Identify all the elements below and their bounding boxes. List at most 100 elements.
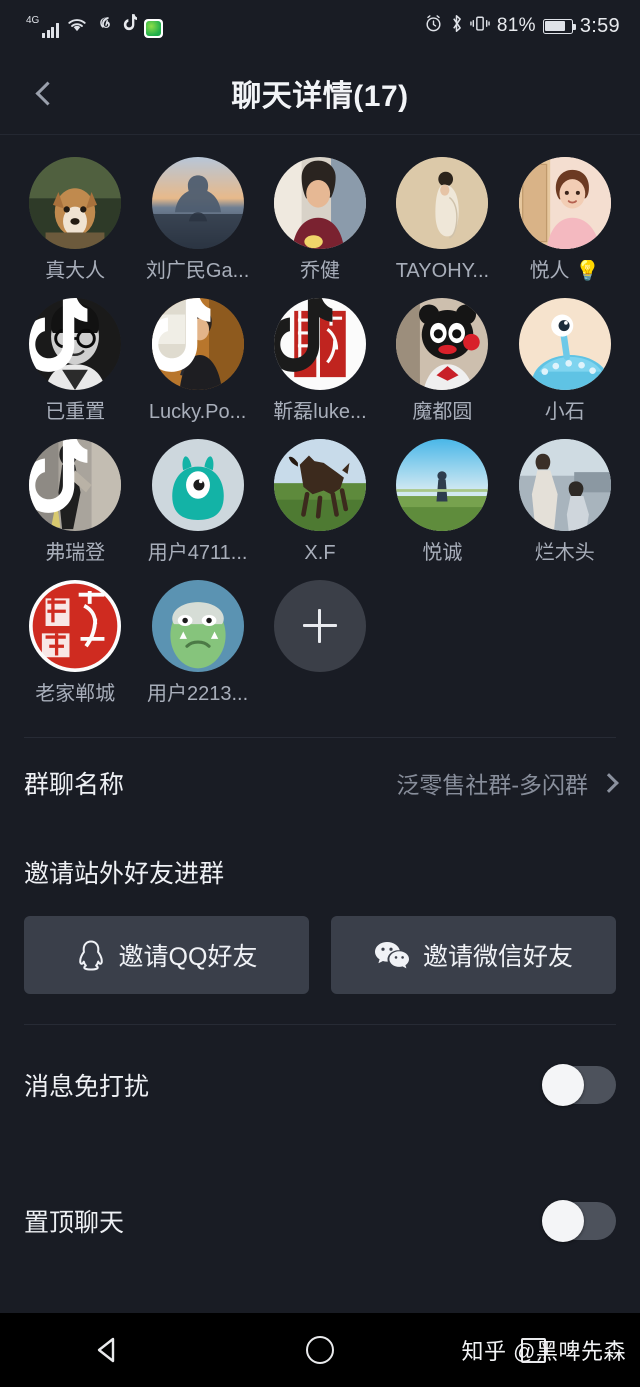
member-name: 已重置 — [45, 401, 106, 423]
member-item[interactable]: TAYOHY... — [381, 157, 503, 282]
member-name: 弗瑞登 — [45, 542, 106, 564]
nav-back-button[interactable] — [0, 1334, 213, 1366]
member-name: 魔都圆 — [412, 401, 473, 423]
vibrate-icon — [470, 14, 490, 39]
member-item[interactable]: 烂木头 — [504, 439, 626, 564]
invite-buttons: 邀请QQ好友 邀请微信好友 — [0, 890, 640, 1024]
network-type-label: 4G — [26, 15, 40, 26]
avatar — [396, 439, 489, 531]
avatar — [151, 439, 244, 531]
avatar — [273, 298, 366, 390]
invite-wechat-button[interactable]: 邀请微信好友 — [331, 916, 616, 994]
member-name: 烂木头 — [534, 542, 595, 564]
member-item[interactable]: Lucky.Po... — [136, 298, 258, 423]
member-name: 悦诚 — [422, 542, 463, 564]
member-item[interactable]: 悦诚 — [381, 439, 503, 564]
douyin-badge-icon — [151, 298, 211, 372]
netease-music-icon — [95, 14, 114, 38]
setting-row-mute: 消息免打扰 — [0, 1039, 640, 1131]
douyin-icon — [121, 14, 137, 38]
member-item[interactable]: 悦人 💡 — [504, 157, 626, 282]
nav-home-circle-icon — [305, 1336, 334, 1364]
nav-back-triangle-icon — [97, 1337, 114, 1363]
section-divider-bottom — [24, 1024, 616, 1025]
member-name: 刘广民Ga... — [145, 260, 250, 282]
member-grid: 真大人 刘广民Ga... 乔健 TAYOHY... 悦人 💡 已重置 Lucky… — [0, 157, 640, 705]
status-bar-right: 81% 3:59 — [424, 14, 620, 39]
setting-label: 消息免打扰 — [24, 1073, 150, 1101]
avatar — [151, 157, 244, 249]
chevron-left-icon — [34, 80, 60, 106]
add-member-circle[interactable] — [273, 580, 366, 672]
member-item[interactable]: 真大人 — [14, 157, 136, 282]
avatar — [396, 157, 489, 249]
android-nav-bar: 知乎 @黑啤先森 — [0, 1313, 640, 1387]
mute-toggle[interactable] — [542, 1064, 616, 1106]
member-grid-section: 真大人 刘广民Ga... 乔健 TAYOHY... 悦人 💡 已重置 Lucky… — [0, 135, 640, 711]
bluetooth-icon — [450, 14, 463, 39]
member-name: 用户2213... — [147, 683, 249, 705]
setting-label: 置顶聊天 — [24, 1209, 125, 1237]
member-item[interactable]: 用户2213... — [136, 580, 258, 705]
plus-icon — [302, 609, 337, 643]
setting-row-pin: 置顶聊天 — [0, 1175, 640, 1267]
nav-home-button[interactable] — [213, 1336, 426, 1364]
member-item[interactable]: 魔都圆 — [381, 298, 503, 423]
phone-screen: 4G 81% 3:59 聊天详情(17) 真大人 刘广民Ga... 乔健 TAY… — [0, 0, 640, 1387]
page-title: 聊天详情(17) — [231, 80, 409, 113]
watermark: 知乎 @黑啤先森 — [461, 1339, 626, 1364]
qq-penguin-icon — [78, 940, 103, 971]
member-item[interactable]: 小石 — [504, 298, 626, 423]
status-bar-left: 4G — [26, 14, 163, 38]
signal-bars-icon — [42, 22, 59, 38]
member-item[interactable]: 靳磊luke... — [259, 298, 381, 423]
douyin-badge-icon — [29, 298, 88, 372]
avatar — [273, 157, 366, 249]
avatar — [518, 298, 611, 390]
avatar — [518, 157, 611, 249]
member-name: 用户4711... — [147, 542, 248, 564]
member-name: 悦人 💡 — [529, 260, 601, 282]
title-bar: 聊天详情(17) — [0, 52, 640, 134]
member-item[interactable]: 老家郸城 — [14, 580, 136, 705]
member-name: 小石 — [544, 401, 585, 423]
avatar — [29, 580, 122, 672]
member-item[interactable]: 刘广民Ga... — [136, 157, 258, 282]
invite-wechat-label: 邀请微信好友 — [422, 943, 573, 971]
member-name: 乔健 — [299, 260, 340, 282]
pin-toggle[interactable] — [542, 1200, 616, 1242]
status-bar: 4G 81% 3:59 — [0, 0, 640, 52]
group-name-row[interactable]: 群聊名称 泛零售社群-多闪群 — [0, 738, 640, 828]
member-name: TAYOHY... — [395, 260, 490, 282]
toggle-knob — [542, 1200, 584, 1242]
member-name: Lucky.Po... — [148, 401, 247, 423]
avatar — [29, 298, 122, 390]
avatar — [273, 439, 366, 531]
back-button[interactable] — [16, 52, 78, 134]
member-item[interactable]: 弗瑞登 — [14, 439, 136, 564]
member-item[interactable]: X.F — [259, 439, 381, 564]
avatar — [29, 157, 122, 249]
toggle-knob — [542, 1064, 584, 1106]
invite-qq-button[interactable]: 邀请QQ好友 — [24, 916, 309, 994]
member-item[interactable]: 用户4711... — [136, 439, 258, 564]
avatar — [151, 298, 244, 390]
douyin-badge-icon — [273, 298, 333, 372]
avatar — [29, 439, 122, 531]
member-name: 老家郸城 — [35, 683, 116, 705]
group-name-label: 群聊名称 — [24, 771, 125, 799]
invite-qq-label: 邀请QQ好友 — [118, 943, 258, 971]
douyin-badge-icon — [29, 439, 88, 513]
add-member-button[interactable] — [259, 580, 381, 705]
group-name-value: 泛零售社群-多闪群 — [396, 772, 588, 798]
wechat-icon — [374, 942, 409, 969]
group-name-right: 泛零售社群-多闪群 — [396, 766, 619, 800]
member-item[interactable]: 乔健 — [259, 157, 381, 282]
member-name: X.F — [304, 542, 336, 564]
invite-section-title: 邀请站外好友进群 — [24, 860, 225, 888]
battery-icon — [542, 18, 576, 34]
avatar — [151, 580, 244, 672]
member-item[interactable]: 已重置 — [14, 298, 136, 423]
alarm-clock-icon — [424, 14, 443, 39]
